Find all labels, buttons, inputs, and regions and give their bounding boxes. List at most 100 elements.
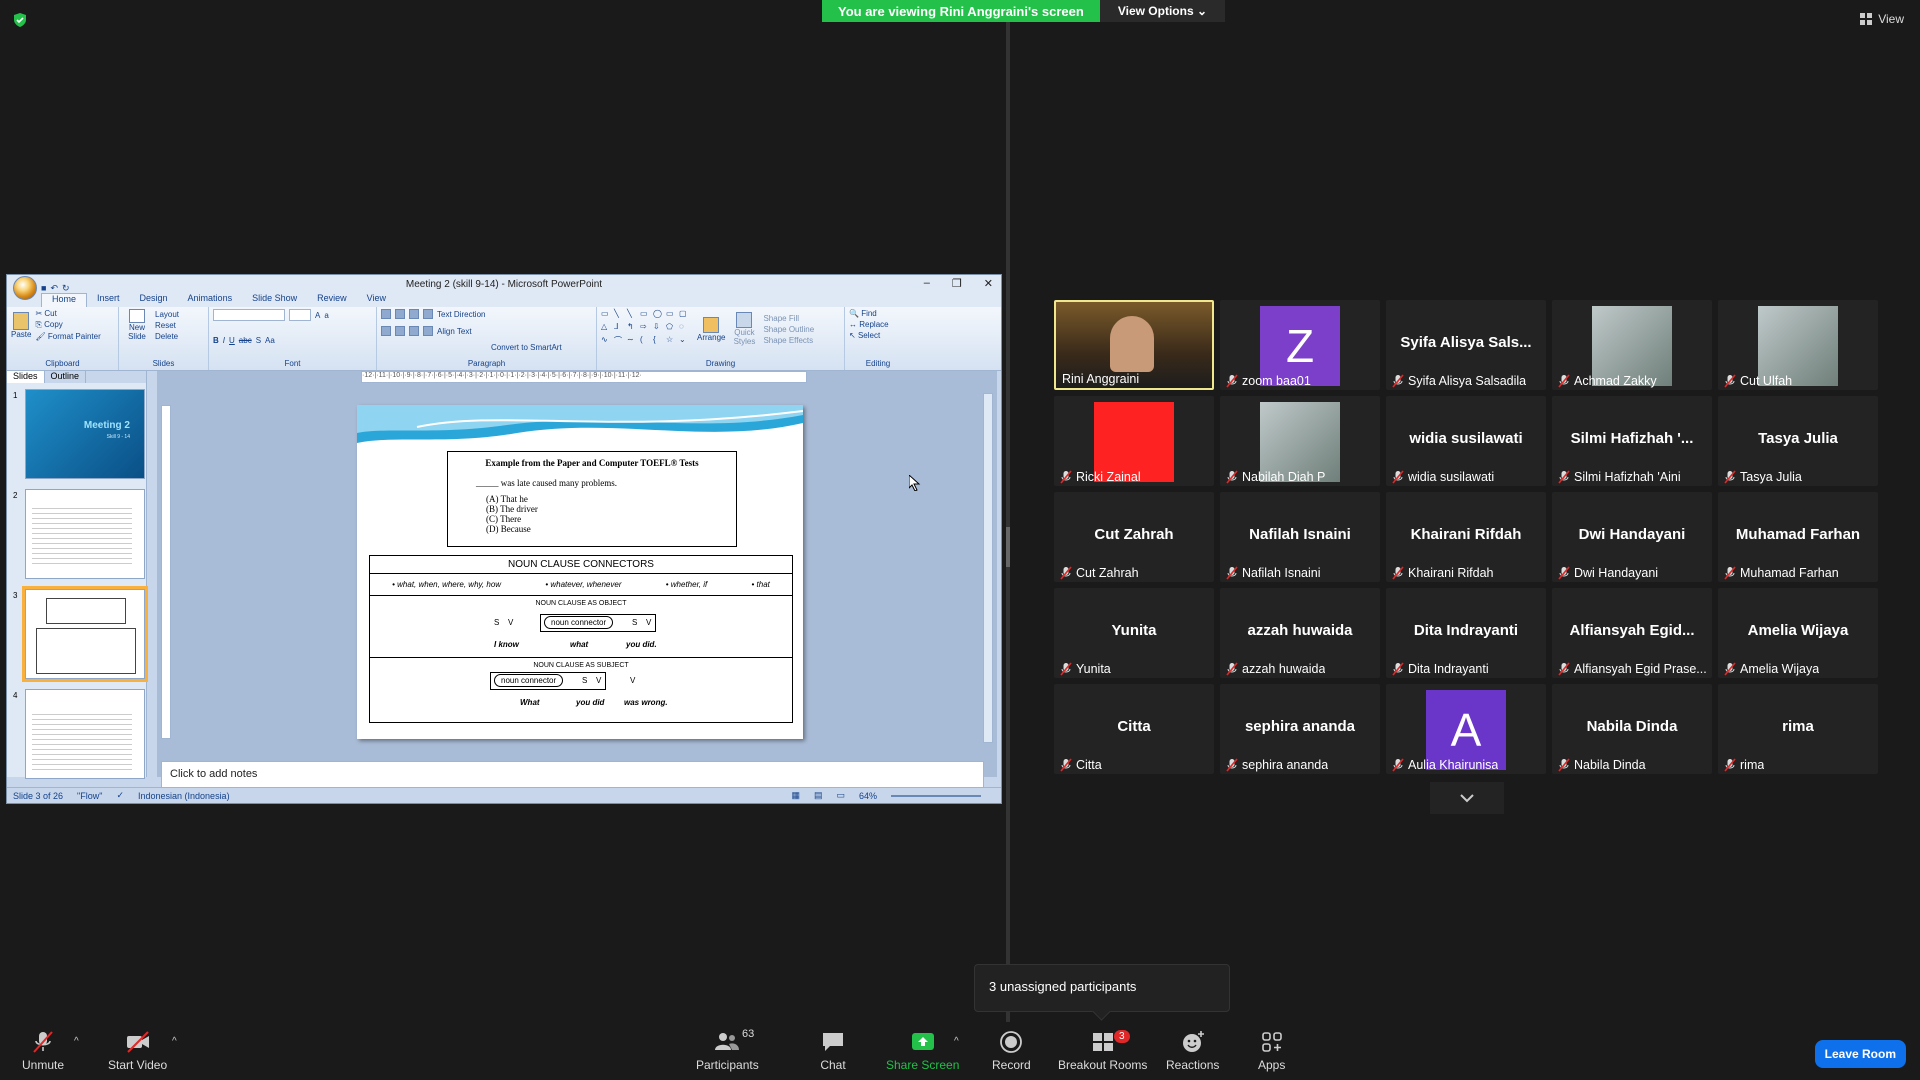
participant-tile[interactable]: rima rima bbox=[1718, 684, 1878, 774]
share-options-caret[interactable]: ^ bbox=[954, 1036, 959, 1047]
apps-button[interactable]: Apps bbox=[1258, 1030, 1285, 1072]
participant-tile[interactable]: widia susilawati widia susilawati bbox=[1386, 396, 1546, 486]
arrange-button[interactable]: Arrange bbox=[697, 316, 725, 342]
participant-tile[interactable]: sephira ananda sephira ananda bbox=[1220, 684, 1380, 774]
format-painter-button[interactable]: 🖌 Format Painter bbox=[35, 332, 100, 341]
convert-smartart-button[interactable]: Convert to SmartArt bbox=[491, 343, 562, 352]
bullets-icon[interactable] bbox=[381, 309, 391, 319]
participant-tile[interactable]: azzah huwaida azzah huwaida bbox=[1220, 588, 1380, 678]
video-options-caret[interactable]: ^ bbox=[172, 1036, 177, 1047]
participant-tile[interactable]: Silmi Hafizhah '... Silmi Hafizhah 'Aini bbox=[1552, 396, 1712, 486]
copy-button[interactable]: ⎘ Copy bbox=[35, 320, 100, 330]
slide-edit-area[interactable]: ·12·|·11·|·10·|·9·|·8·|·7·|·6·|·5·|·4·|·… bbox=[157, 371, 997, 777]
vertical-scrollbar[interactable] bbox=[983, 393, 993, 743]
office-button-icon[interactable] bbox=[13, 276, 37, 300]
close-icon[interactable]: ✕ bbox=[984, 277, 993, 290]
view-slideshow-icon[interactable]: ▭ bbox=[836, 790, 845, 801]
participant-tile[interactable]: Tasya Julia Tasya Julia bbox=[1718, 396, 1878, 486]
tab-insert[interactable]: Insert bbox=[87, 293, 130, 307]
view-options-button[interactable]: View Options ⌄ bbox=[1099, 0, 1226, 22]
align-left-icon[interactable] bbox=[381, 326, 391, 336]
reset-button[interactable]: Reset bbox=[155, 321, 179, 330]
save-icon[interactable]: ■ bbox=[41, 283, 46, 293]
participant-tile[interactable]: Citta Citta bbox=[1054, 684, 1214, 774]
zoom-slider[interactable] bbox=[891, 794, 981, 797]
unmute-button[interactable]: Unmute bbox=[22, 1030, 64, 1072]
view-button[interactable]: View bbox=[1860, 12, 1904, 26]
start-video-button[interactable]: Start Video bbox=[108, 1030, 167, 1072]
shape-effects-button[interactable]: Shape Effects bbox=[763, 336, 814, 345]
slide-thumbnail-3[interactable] bbox=[22, 586, 148, 682]
tab-outline[interactable]: Outline bbox=[45, 371, 87, 383]
participant-tile[interactable]: A Aulia Khairunisa bbox=[1386, 684, 1546, 774]
participant-tile[interactable]: Muhamad Farhan Muhamad Farhan bbox=[1718, 492, 1878, 582]
participant-tile[interactable]: Zzoom baa01 bbox=[1220, 300, 1380, 390]
participant-tile[interactable]: Cut Ulfah bbox=[1718, 300, 1878, 390]
participant-tile[interactable]: Dwi Handayani Dwi Handayani bbox=[1552, 492, 1712, 582]
tab-view[interactable]: View bbox=[357, 293, 396, 307]
participant-tile[interactable]: Yunita Yunita bbox=[1054, 588, 1214, 678]
audio-options-caret[interactable]: ^ bbox=[74, 1036, 79, 1047]
font-size-box[interactable] bbox=[289, 309, 311, 321]
slide-thumbnail-4[interactable] bbox=[25, 689, 145, 779]
numbering-icon[interactable] bbox=[395, 309, 405, 319]
share-screen-button[interactable]: Share Screen bbox=[886, 1030, 959, 1072]
font-name-box[interactable] bbox=[213, 309, 285, 321]
strike-icon[interactable]: abc bbox=[239, 336, 252, 345]
tab-design[interactable]: Design bbox=[130, 293, 178, 307]
participant-tile[interactable]: Syifa Alisya Sals... Syifa Alisya Salsadi… bbox=[1386, 300, 1546, 390]
tab-review[interactable]: Review bbox=[307, 293, 357, 307]
new-slide-button[interactable]: New Slide bbox=[123, 309, 151, 341]
view-sorter-icon[interactable]: ▤ bbox=[814, 790, 823, 801]
shrink-font-icon[interactable]: a bbox=[324, 311, 328, 320]
italic-icon[interactable]: I bbox=[223, 336, 225, 345]
find-button[interactable]: 🔍 Find bbox=[849, 309, 907, 318]
zoom-level[interactable]: 64% bbox=[859, 791, 877, 801]
chat-button[interactable]: Chat bbox=[820, 1030, 846, 1072]
cut-button[interactable]: ✂ Cut bbox=[35, 309, 100, 318]
tab-slide-show[interactable]: Slide Show bbox=[242, 293, 307, 307]
participant-tile[interactable]: Nabila Dinda Nabila Dinda bbox=[1552, 684, 1712, 774]
spellcheck-icon[interactable]: ✓ bbox=[116, 790, 124, 801]
participant-tile[interactable]: Alfiansyah Egid... Alfiansyah Egid Prase.… bbox=[1552, 588, 1712, 678]
breakout-rooms-button[interactable]: 3 Breakout Rooms bbox=[1058, 1030, 1147, 1072]
text-direction-button[interactable]: Text Direction bbox=[437, 310, 485, 319]
grow-font-icon[interactable]: A bbox=[315, 311, 320, 320]
participant-tile[interactable]: Khairani Rifdah Khairani Rifdah bbox=[1386, 492, 1546, 582]
replace-button[interactable]: ↔ Replace bbox=[849, 320, 907, 329]
align-text-button[interactable]: Align Text bbox=[437, 327, 472, 336]
participant-tile[interactable]: Dita Indrayanti Dita Indrayanti bbox=[1386, 588, 1546, 678]
language-indicator[interactable]: Indonesian (Indonesia) bbox=[138, 791, 230, 801]
select-button[interactable]: ↖ Select bbox=[849, 331, 907, 340]
line-spacing-icon[interactable] bbox=[423, 309, 433, 319]
redo-icon[interactable]: ↻ bbox=[62, 283, 70, 294]
shapes-gallery[interactable]: ▭ ╲ ╲ ▭ ◯ ▭ ▢ △ ⅃ ↰ ⇨ ⇩ ⬠ ◌ ∿ ⌒ ∼ ({☆ ⌄ bbox=[601, 309, 693, 349]
view-normal-icon[interactable]: ▦ bbox=[791, 790, 800, 801]
participant-tile[interactable]: Rini Anggraini bbox=[1054, 300, 1214, 390]
shadow-icon[interactable]: S bbox=[256, 336, 261, 345]
split-divider[interactable] bbox=[1006, 22, 1010, 1022]
participant-tile[interactable]: Nafilah Isnaini Nafilah Isnaini bbox=[1220, 492, 1380, 582]
participant-tile[interactable]: Cut Zahrah Cut Zahrah bbox=[1054, 492, 1214, 582]
gallery-next-page-button[interactable] bbox=[1430, 782, 1504, 814]
slide-thumbnail-1[interactable]: Meeting 2 Skill 9 - 14 bbox=[25, 389, 145, 479]
tab-slides[interactable]: Slides bbox=[7, 371, 45, 383]
current-slide[interactable]: Example from the Paper and Computer TOEF… bbox=[357, 405, 803, 739]
record-button[interactable]: Record bbox=[992, 1030, 1031, 1072]
shape-outline-button[interactable]: Shape Outline bbox=[763, 325, 814, 334]
restore-icon[interactable]: ❐ bbox=[952, 277, 962, 290]
participant-tile[interactable]: Ricki Zainal bbox=[1054, 396, 1214, 486]
shape-fill-button[interactable]: Shape Fill bbox=[763, 314, 814, 323]
underline-icon[interactable]: U bbox=[229, 336, 235, 345]
justify-icon[interactable] bbox=[423, 326, 433, 336]
paste-button[interactable]: Paste bbox=[11, 311, 31, 339]
delete-slide-button[interactable]: Delete bbox=[155, 332, 179, 341]
participant-tile[interactable]: Amelia Wijaya Amelia Wijaya bbox=[1718, 588, 1878, 678]
participant-tile[interactable]: Achmad Zakky bbox=[1552, 300, 1712, 390]
bold-icon[interactable]: B bbox=[213, 336, 219, 345]
layout-button[interactable]: Layout bbox=[155, 310, 179, 319]
undo-icon[interactable]: ↶ bbox=[50, 283, 58, 294]
leave-room-button[interactable]: Leave Room bbox=[1814, 1040, 1906, 1068]
minimize-icon[interactable]: – bbox=[924, 277, 930, 290]
divider-handle[interactable] bbox=[1006, 527, 1010, 567]
